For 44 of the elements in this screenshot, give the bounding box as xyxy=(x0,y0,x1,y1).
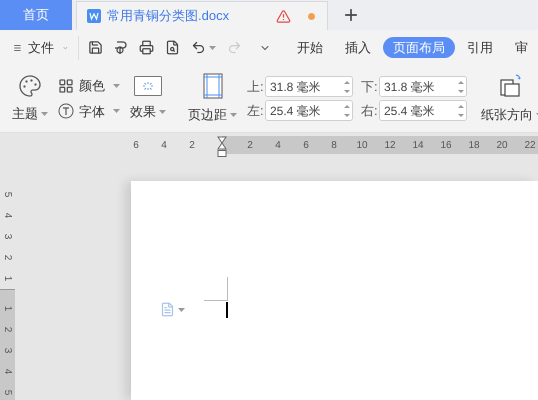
ruler-number: 2 xyxy=(246,138,254,152)
orientation-button[interactable]: 纸张方向 xyxy=(481,104,538,124)
ruler-number: 4 xyxy=(274,138,282,152)
margin-label: 左: xyxy=(247,102,262,120)
margin-field[interactable]: 25.4 毫米 xyxy=(265,100,353,121)
ruler-number: 16 xyxy=(439,138,453,152)
ruler-number: 6 xyxy=(132,138,140,152)
effects-button[interactable]: 效果 xyxy=(130,102,166,122)
margin-label: 右: xyxy=(361,102,376,120)
ruler-number: 3 xyxy=(1,346,14,356)
theme-button[interactable]: 主题 xyxy=(12,104,48,124)
fonts-button[interactable]: 字体 xyxy=(58,102,120,121)
ribbon-tab[interactable]: 引用 xyxy=(457,37,503,58)
file-menu[interactable]: 文件 xyxy=(28,38,54,58)
ruler-number: 3 xyxy=(1,232,14,242)
ruler-number: 5 xyxy=(1,190,14,200)
margin-field[interactable]: 31.8 毫米 xyxy=(379,76,467,97)
margin-field[interactable]: 31.8 毫米 xyxy=(265,76,353,97)
ruler-number: 10 xyxy=(355,138,369,152)
ruler-number: 6 xyxy=(302,138,310,152)
ruler-number: 14 xyxy=(411,138,425,152)
ruler-number: 20 xyxy=(495,138,509,152)
ruler-number: 12 xyxy=(383,138,397,152)
ribbon-tab[interactable]: 审 xyxy=(505,37,538,58)
document-tab[interactable]: 常用青铜分类图.docx xyxy=(76,1,328,30)
ruler-number: 2 xyxy=(1,254,14,262)
margin-field[interactable]: 25.4 毫米 xyxy=(379,100,467,121)
margin-label: 下: xyxy=(361,78,376,96)
ribbon-tab[interactable]: 插入 xyxy=(335,37,381,58)
ruler-number: 2 xyxy=(1,326,14,334)
ruler-number: 4 xyxy=(160,138,168,152)
ribbon-tab[interactable]: 开始 xyxy=(287,37,333,58)
ruler-number: 1 xyxy=(1,304,14,314)
colors-button[interactable]: 颜色 xyxy=(58,76,120,96)
ruler-number: 22 xyxy=(523,138,537,152)
ruler-number: 4 xyxy=(1,368,14,376)
ruler-number: 8 xyxy=(330,138,338,152)
ruler-number: 1 xyxy=(1,274,14,284)
ruler-number: 2 xyxy=(188,138,196,152)
ruler-number: 18 xyxy=(467,138,481,152)
margin-label: 上: xyxy=(247,78,262,96)
ruler-number: 5 xyxy=(1,388,14,398)
ruler-number: 4 xyxy=(1,212,14,220)
margins-button[interactable]: 页边距 xyxy=(188,104,237,124)
